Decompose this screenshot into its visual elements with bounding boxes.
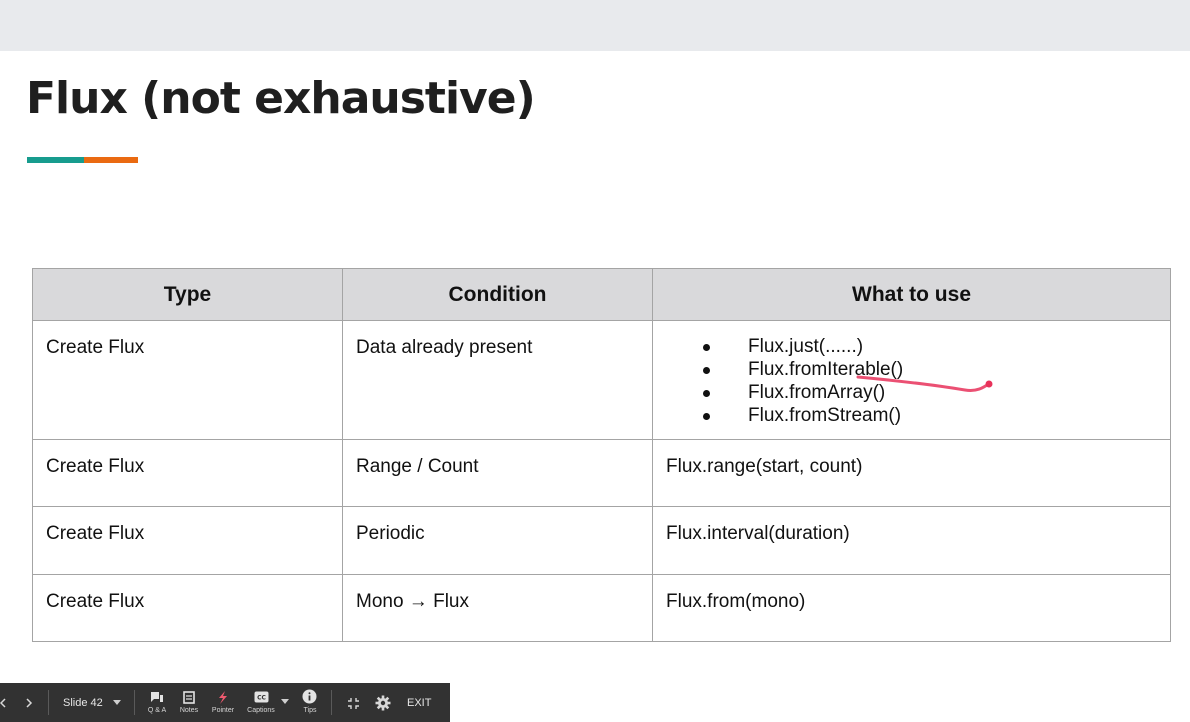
gear-icon[interactable] [375, 695, 391, 711]
qa-icon[interactable] [150, 691, 164, 704]
table-row: Create Flux Range / Count Flux.range(sta… [32, 439, 1171, 507]
list-item: Flux.fromArray() [689, 381, 1157, 404]
header-type: Type [32, 268, 343, 321]
cell-type: Create Flux [32, 574, 343, 642]
pointer-icon[interactable] [216, 690, 229, 705]
flux-table: Type Condition What to use Create Flux D… [32, 268, 1171, 642]
header-condition: Condition [342, 268, 653, 321]
slide-canvas: Flux (not exhaustive) Type Condition Wha… [0, 51, 1190, 722]
title-accent-orange [84, 157, 138, 163]
cell-condition: Periodic [342, 506, 653, 575]
cell-condition: Data already present [342, 320, 653, 440]
exit-button[interactable]: EXIT [407, 697, 431, 709]
cell-condition: Mono → Flux [342, 574, 653, 642]
table-header-row: Type Condition What to use [32, 268, 1171, 321]
tips-label[interactable]: Tips [290, 707, 330, 714]
captions-label[interactable]: Captions [241, 707, 281, 714]
title-accent-teal [27, 157, 84, 163]
top-band [0, 0, 1190, 51]
info-icon[interactable] [302, 689, 317, 704]
cell-type: Create Flux [32, 439, 343, 507]
list-item: Flux.fromIterable() [689, 358, 1157, 381]
usage-bullet-list: Flux.just(......) Flux.fromIterable() Fl… [666, 335, 1157, 427]
captions-icon[interactable]: CC [254, 691, 269, 703]
header-what-to-use: What to use [652, 268, 1171, 321]
cell-type: Create Flux [32, 506, 343, 575]
cell-usage: Flux.interval(duration) [652, 506, 1171, 575]
cell-usage: Flux.from(mono) [652, 574, 1171, 642]
pointer-label[interactable]: Pointer [203, 707, 243, 714]
next-icon[interactable] [24, 697, 34, 709]
list-item: Flux.fromStream() [689, 404, 1157, 427]
chevron-down-icon[interactable] [113, 700, 121, 706]
chevron-down-icon[interactable] [281, 699, 289, 705]
notes-icon[interactable] [183, 691, 195, 704]
presenter-toolbar: Slide 42 Q & A Notes Pointer CC Captions… [0, 683, 450, 722]
table-row: Create Flux Mono → Flux Flux.from(mono) [32, 574, 1171, 642]
exit-fullscreen-icon[interactable] [347, 697, 360, 710]
list-item: Flux.just(......) [689, 335, 1157, 358]
table-row: Create Flux Data already present Flux.ju… [32, 320, 1171, 440]
cell-usage: Flux.just(......) Flux.fromIterable() Fl… [652, 320, 1171, 440]
prev-icon[interactable] [0, 697, 8, 709]
slide-select[interactable]: Slide 42 [63, 697, 103, 709]
svg-text:CC: CC [257, 695, 266, 702]
slide-title: Flux (not exhaustive) [26, 73, 536, 124]
table-row: Create Flux Periodic Flux.interval(durat… [32, 506, 1171, 575]
cell-type: Create Flux [32, 320, 343, 440]
cell-condition: Range / Count [342, 439, 653, 507]
cell-usage: Flux.range(start, count) [652, 439, 1171, 507]
